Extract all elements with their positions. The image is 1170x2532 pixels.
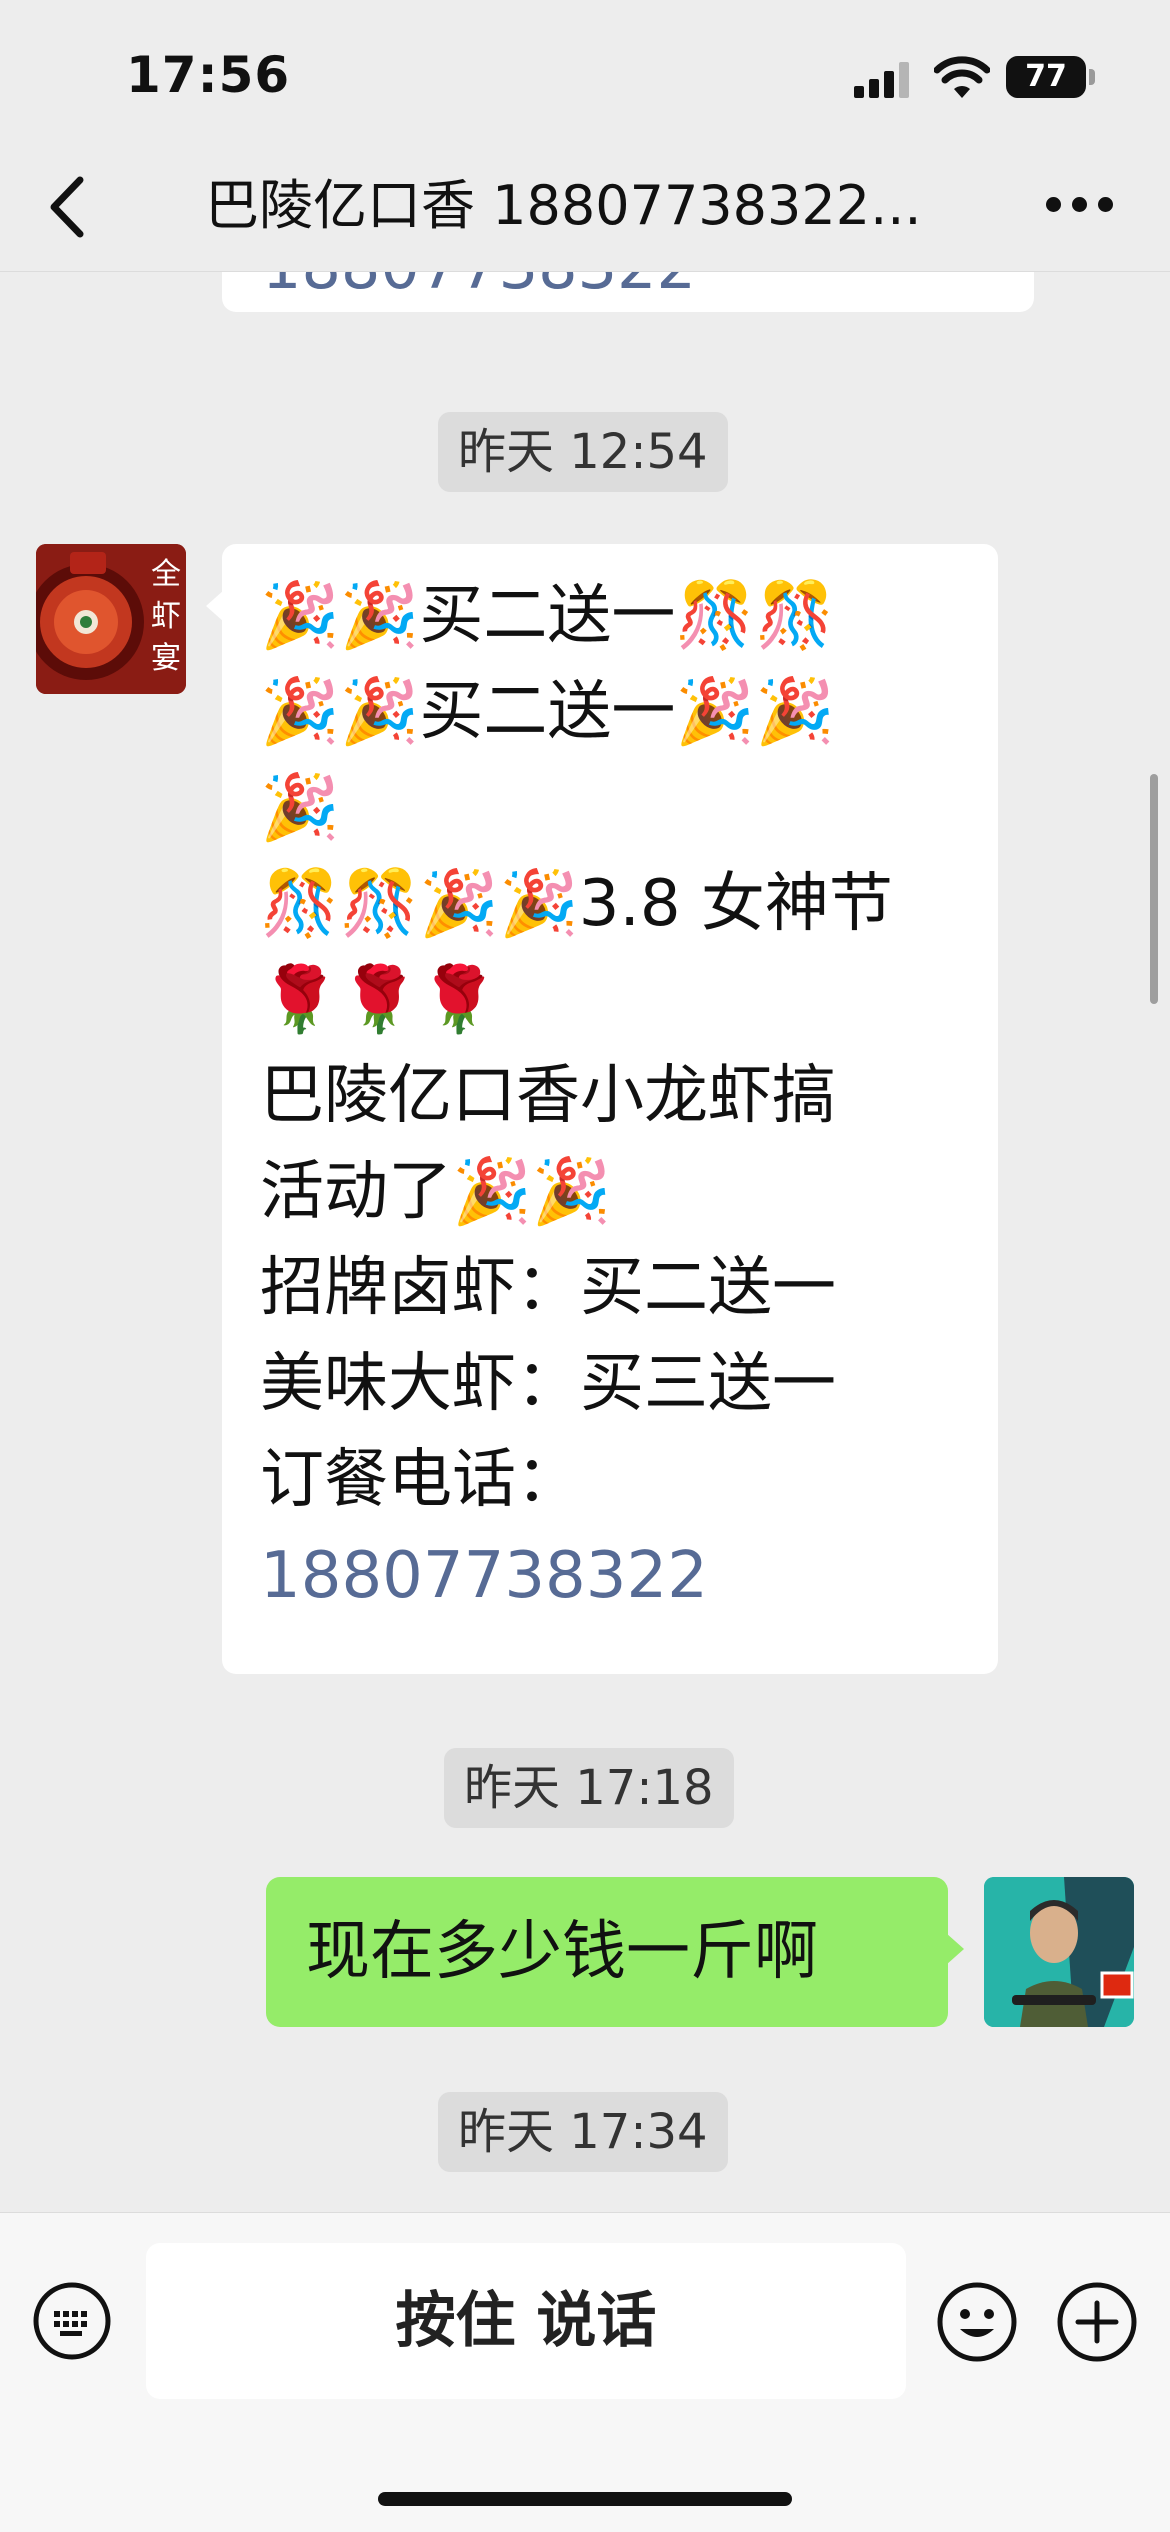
keyboard-icon[interactable]: [32, 2281, 112, 2361]
signal-icon: [854, 62, 910, 98]
chat-title: 巴陵亿口香 18807738322...: [205, 174, 922, 237]
input-bar: 按住 说话: [0, 2212, 1170, 2532]
message-line: 🎉: [260, 771, 340, 845]
timestamp: 昨天 17:34: [438, 2092, 728, 2172]
scrollbar[interactable]: [1150, 774, 1158, 1004]
message-line: 巴陵亿口香小龙虾搞: [260, 1059, 836, 1133]
incoming-message-bubble[interactable]: 🎉🎉买二送一🎊🎊 🎉🎉买二送一🎉🎉 🎉 🎊🎊🎉🎉3.8 女神节 🌹🌹🌹 巴陵亿口…: [206, 544, 998, 1674]
avatar-image: [984, 1877, 1134, 2027]
back-icon[interactable]: [40, 172, 100, 242]
home-indicator: [378, 2492, 792, 2506]
message-line: 🎉🎉买二送一🎉🎉: [260, 675, 835, 749]
status-time: 17:56: [126, 46, 291, 104]
more-icon[interactable]: [1046, 190, 1114, 220]
nav-bar: 巴陵亿口香 18807738322...: [0, 140, 1170, 272]
contact-avatar[interactable]: 全虾宴: [36, 544, 186, 694]
emoji-icon[interactable]: [936, 2281, 1018, 2363]
message-line: 招牌卤虾：买二送一: [260, 1251, 836, 1325]
user-avatar[interactable]: [984, 1877, 1134, 2027]
message-line: 🌹🌹🌹: [260, 963, 500, 1037]
timestamp: 昨天 17:18: [444, 1748, 734, 1828]
message-line: 订餐电话：: [260, 1443, 580, 1517]
status-bar: 17:56 77: [0, 0, 1170, 140]
wifi-icon: [934, 56, 990, 98]
battery-tip: [1089, 69, 1095, 85]
battery-icon: 77: [1006, 56, 1086, 98]
timestamp: 昨天 12:54: [438, 412, 728, 492]
partial-phone-link[interactable]: 18807738322: [262, 272, 696, 303]
phone-number-link[interactable]: 18807738322: [260, 1528, 960, 1624]
plus-icon[interactable]: [1056, 2281, 1138, 2363]
avatar-label: 全虾宴: [151, 557, 181, 676]
hold-to-talk-button[interactable]: 按住 说话: [146, 2243, 906, 2399]
outgoing-message-bubble[interactable]: 现在多少钱一斤啊: [266, 1877, 964, 2027]
message-line: 🎉🎉买二送一🎊🎊: [260, 579, 835, 653]
message-line: 美味大虾：买三送一: [260, 1347, 836, 1421]
message-line: 活动了🎉🎉: [260, 1155, 612, 1229]
partial-message-bubble[interactable]: 18807738322: [222, 272, 1034, 312]
message-line: 🎊🎊🎉🎉3.8 女神节: [260, 867, 893, 941]
chat-screen: 17:56 77 巴陵亿口香 18807738322... 1880773832…: [0, 0, 1170, 2532]
chat-area[interactable]: 18807738322 昨天 12:54 全虾宴 🎉🎉买二送一🎊🎊 🎉🎉买二送一…: [0, 272, 1170, 2212]
